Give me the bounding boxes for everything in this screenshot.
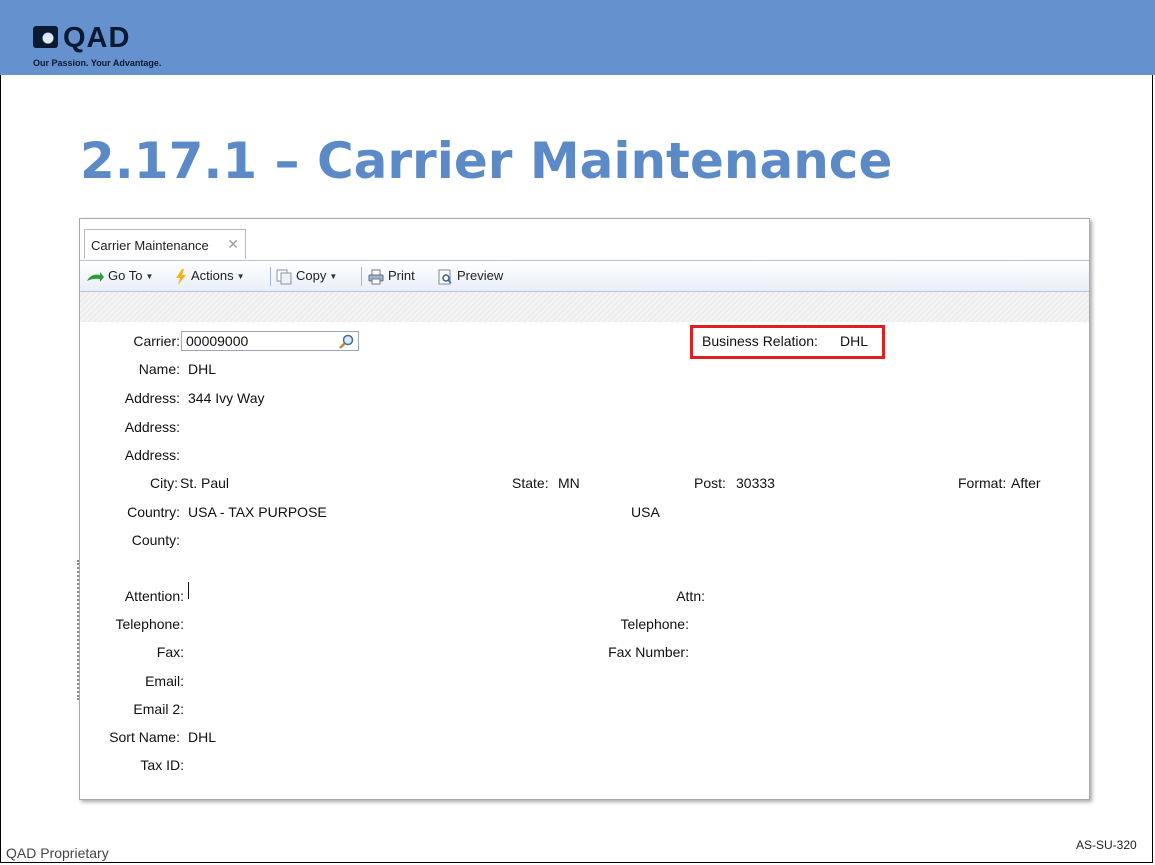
actions-label: Actions bbox=[191, 268, 234, 283]
splitter-handle[interactable] bbox=[77, 560, 81, 700]
printer-icon bbox=[368, 269, 384, 285]
sort-name-label: Sort Name: bbox=[109, 729, 180, 745]
attn-label: Attn: bbox=[676, 588, 705, 604]
header-bar: QAD Our Passion. Your Advantage. bbox=[0, 0, 1155, 75]
preview-icon bbox=[438, 269, 452, 285]
lightning-icon bbox=[176, 268, 186, 285]
telephone2-label: Telephone: bbox=[620, 616, 689, 632]
tab-strip: Carrier Maintenance ✕ bbox=[80, 219, 1089, 260]
carrier-maintenance-window: Carrier Maintenance ✕ Go To ▼ Actions ▼ Co… bbox=[77, 218, 1090, 800]
format-label: Format: bbox=[958, 475, 1007, 491]
business-relation-label: Business Relation: bbox=[702, 333, 818, 349]
name-value: DHL bbox=[188, 361, 217, 377]
post-value: 30333 bbox=[736, 475, 775, 491]
attention-label: Attention: bbox=[124, 588, 184, 604]
preview-label: Preview bbox=[457, 268, 504, 283]
search-icon[interactable] bbox=[338, 334, 354, 350]
logo-tagline: Our Passion. Your Advantage. bbox=[33, 58, 162, 68]
sort-name-value: DHL bbox=[188, 729, 217, 745]
copy-button[interactable]: Copy ▼ bbox=[276, 268, 337, 285]
copy-icon bbox=[276, 269, 292, 285]
goto-button[interactable]: Go To ▼ bbox=[86, 268, 153, 283]
copy-label: Copy bbox=[296, 268, 327, 283]
format-value: After bbox=[1011, 475, 1041, 491]
fax-label: Fax: bbox=[156, 644, 184, 660]
close-icon[interactable]: ✕ bbox=[227, 236, 239, 253]
toolbar-separator bbox=[361, 267, 362, 286]
preview-button[interactable]: Preview bbox=[437, 268, 503, 285]
qad-logo-icon bbox=[33, 26, 58, 48]
email2-label: Email 2: bbox=[133, 701, 184, 717]
chevron-down-icon: ▼ bbox=[329, 272, 338, 282]
carrier-value: 00009000 bbox=[186, 333, 249, 349]
tab-label: Carrier Maintenance bbox=[91, 238, 209, 253]
address1-value: 344 Ivy Way bbox=[188, 390, 265, 406]
country-label: Country: bbox=[127, 504, 180, 520]
carrier-input[interactable]: 00009000 bbox=[181, 331, 359, 351]
goto-arrow-icon bbox=[87, 271, 104, 282]
city-label: City: bbox=[150, 475, 178, 491]
print-button[interactable]: Print bbox=[368, 268, 415, 285]
state-label: State: bbox=[512, 475, 549, 491]
text-cursor bbox=[188, 582, 189, 599]
goto-label: Go To bbox=[108, 268, 143, 283]
business-relation-value: DHL bbox=[840, 333, 869, 349]
telephone-label: Telephone: bbox=[115, 616, 184, 632]
country-value: USA - TAX PURPOSE bbox=[188, 504, 327, 520]
country-code-value: USA bbox=[631, 504, 660, 520]
footer-proprietary: QAD Proprietary bbox=[6, 845, 109, 861]
chevron-down-icon: ▼ bbox=[236, 272, 245, 282]
toolbar: Go To ▼ Actions ▼ Copy ▼ Print Preview bbox=[80, 260, 1089, 292]
footer-course-code: AS-SU-320 bbox=[1076, 838, 1137, 852]
city-value: St. Paul bbox=[180, 475, 230, 491]
address2-label: Address: bbox=[124, 419, 180, 435]
chevron-down-icon: ▼ bbox=[145, 272, 154, 282]
fax-number-label: Fax Number: bbox=[608, 644, 689, 660]
name-label: Name: bbox=[138, 361, 180, 377]
tax-id-label: Tax ID: bbox=[140, 757, 184, 773]
slide-title: 2.17.1 – Carrier Maintenance bbox=[80, 132, 893, 190]
toolbar-separator bbox=[270, 267, 271, 286]
carrier-label: Carrier: bbox=[133, 333, 180, 349]
state-value: MN bbox=[558, 475, 580, 491]
hatched-header-strip bbox=[80, 292, 1089, 322]
post-label: Post: bbox=[694, 475, 726, 491]
county-label: County: bbox=[131, 532, 180, 548]
logo-text: QAD bbox=[63, 22, 131, 54]
tab-carrier-maintenance[interactable]: Carrier Maintenance ✕ bbox=[84, 229, 246, 259]
actions-button[interactable]: Actions ▼ bbox=[175, 268, 245, 285]
carrier-form: Carrier: 00009000 Business Relation: DHL… bbox=[77, 322, 1089, 799]
print-label: Print bbox=[388, 268, 415, 283]
email-label: Email: bbox=[145, 673, 184, 689]
address1-label: Address: bbox=[124, 390, 180, 406]
address3-label: Address: bbox=[124, 447, 180, 463]
